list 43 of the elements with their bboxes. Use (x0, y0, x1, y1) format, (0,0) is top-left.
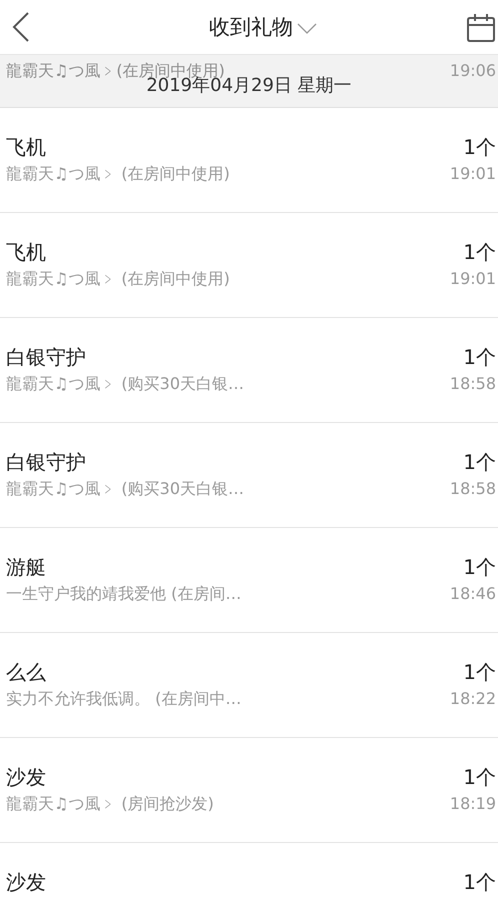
gift-row[interactable]: 飞机 龍霸天♫つ風﹥ (在房间中使用) 1个 19:01 (0, 108, 498, 213)
gift-count: 1个 (463, 659, 496, 686)
gift-name: 游艇 (6, 554, 47, 581)
calendar-icon[interactable] (466, 12, 496, 42)
gift-count: 1个 (463, 554, 496, 581)
gift-count: 1个 (463, 134, 496, 161)
gift-row[interactable]: 么么 实力不允许我低调。 (在房间中… 1个 18:22 (0, 633, 498, 738)
gift-count: 1个 (463, 449, 496, 476)
time-text: 18:19 (450, 794, 496, 813)
gift-count: 1个 (463, 869, 496, 896)
gift-count: 1个 (463, 344, 496, 371)
sender-text: 龍霸天♫つ風﹥ (购买30天白银… (6, 479, 244, 500)
time-text: 18:46 (450, 584, 496, 603)
gift-name: 飞机 (6, 239, 47, 266)
gift-row[interactable]: 白银守护 龍霸天♫つ風﹥ (购买30天白银… 1个 18:58 (0, 318, 498, 423)
time-text: 18:22 (450, 689, 496, 708)
sender-text: 一生守户我的靖我爱他 (在房间… (6, 584, 242, 605)
sender-text: 龍霸天♫つ風﹥ (房间抢沙发) (6, 794, 214, 815)
gift-row[interactable]: 沙发 1个 (0, 843, 498, 899)
sender-text: 实力不允许我低调。 (在房间中… (6, 689, 242, 710)
gift-name: 沙发 (6, 869, 46, 896)
sender-text: 龍霸天♫つ風﹥ (在房间中使用) (6, 164, 230, 185)
gift-row[interactable]: 白银守护 龍霸天♫つ風﹥ (购买30天白银… 1个 18:58 (0, 423, 498, 528)
gift-row[interactable]: 沙发 龍霸天♫つ風﹥ (房间抢沙发) 1个 18:19 (0, 738, 498, 843)
gift-name: 白银守护 (6, 344, 87, 371)
gift-row[interactable]: 飞机 龍霸天♫つ風﹥ (在房间中使用) 1个 19:01 (0, 213, 498, 318)
gift-row[interactable]: 游艇 一生守户我的靖我爱他 (在房间… 1个 18:46 (0, 528, 498, 633)
time-text: 19:01 (450, 164, 496, 183)
time-text: 19:06 (450, 61, 496, 82)
page-title[interactable]: 收到礼物 (209, 13, 293, 41)
sender-text: 龍霸天♫つ風﹥ (购买30天白银… (6, 374, 244, 395)
gift-name: 白银守护 (6, 449, 87, 476)
gift-name: 飞机 (6, 134, 47, 161)
gift-name: 沙发 (6, 764, 47, 791)
sender-text: 龍霸天♫つ風﹥ (在房间中使用) (6, 269, 230, 290)
back-icon[interactable] (12, 12, 30, 42)
time-text: 19:01 (450, 269, 496, 288)
gift-count: 1个 (463, 764, 496, 791)
gift-name: 么么 (6, 659, 47, 686)
time-text: 18:58 (450, 479, 496, 498)
chevron-down-icon[interactable] (297, 22, 317, 34)
time-text: 18:58 (450, 374, 496, 393)
gift-count: 1个 (463, 239, 496, 266)
